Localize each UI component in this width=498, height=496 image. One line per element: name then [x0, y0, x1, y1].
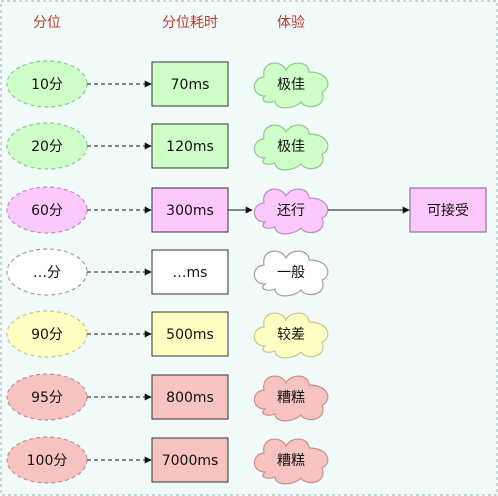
experience-label: 较差 [277, 327, 305, 343]
experience-label: 一般 [277, 265, 305, 281]
latency-label: 70ms [171, 77, 210, 93]
acceptable-label: 可接受 [427, 202, 469, 219]
percentile-label: 20分 [31, 139, 63, 155]
experience-label: 糟糕 [277, 453, 305, 469]
latency-label: …ms [173, 265, 208, 281]
percentile-label: 90分 [31, 327, 63, 343]
percentile-label: 95分 [31, 390, 63, 406]
latency-label: 120ms [166, 139, 214, 155]
experience-label: 极佳 [277, 77, 305, 93]
header-latency: 分位耗时 [162, 15, 218, 31]
diagram-stage: 分位 分位耗时 体验 10分 70ms 极佳 20分 120ms 极佳 60分 300ms 还行… [0, 0, 498, 496]
percentile-label: 10分 [31, 77, 63, 93]
percentile-label: 100分 [27, 453, 68, 469]
latency-label: 500ms [166, 327, 214, 343]
experience-label: 还行 [277, 203, 305, 219]
experience-label: 极佳 [277, 139, 305, 155]
latency-label: 300ms [166, 203, 214, 219]
percentile-label: …分 [33, 265, 61, 281]
header-percentile: 分位 [33, 15, 61, 31]
experience-label: 糟糕 [277, 390, 305, 406]
latency-label: 800ms [166, 390, 214, 406]
percentile-label: 60分 [31, 203, 63, 219]
latency-label: 7000ms [162, 453, 219, 469]
latency-experience-diagram: 分位 分位耗时 体验 10分 70ms 极佳 20分 120ms 极佳 60分 300ms 还行… [0, 0, 498, 496]
header-experience: 体验 [277, 15, 305, 31]
